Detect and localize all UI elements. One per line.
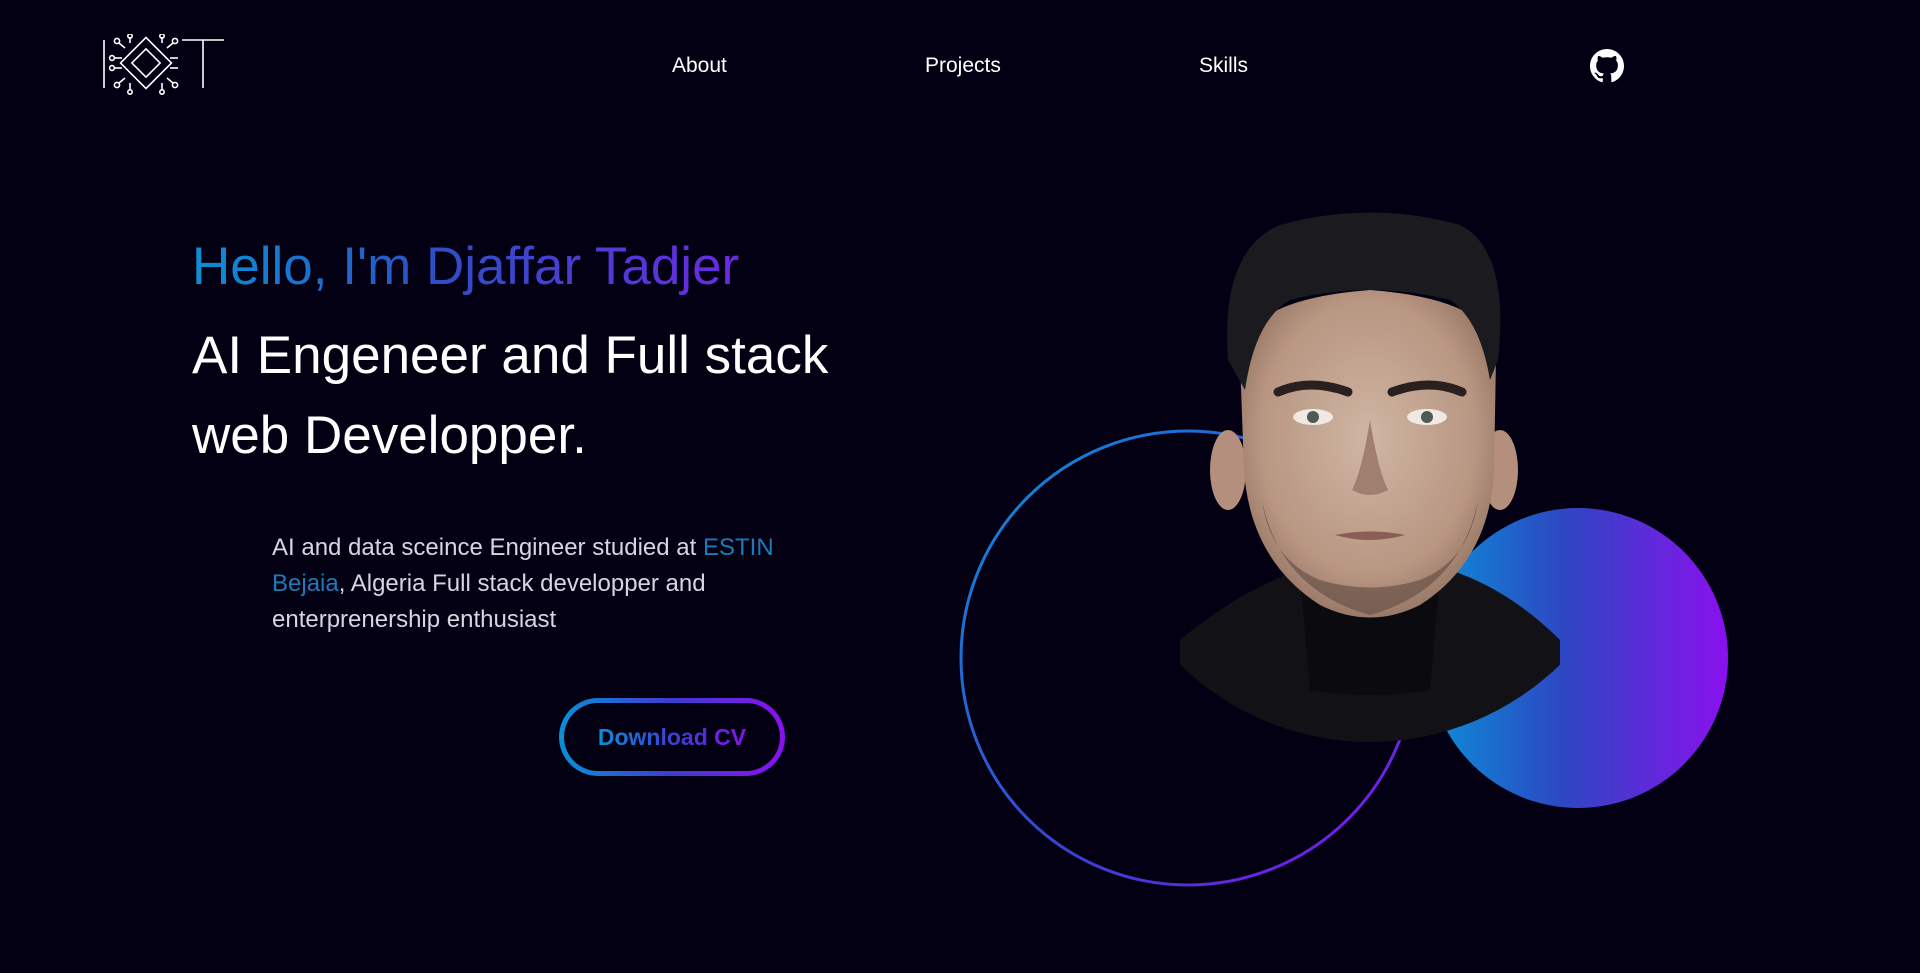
hero-description: AI and data sceince Engineer studied at … (272, 530, 792, 638)
iot-logo-icon[interactable] (100, 34, 226, 100)
download-cv-button[interactable]: Download CV (559, 698, 785, 776)
page: About Projects Skills Hello, I'm Djaffar… (0, 0, 1920, 973)
desc-text-1: AI and data sceince Engineer studied at (272, 534, 703, 561)
download-cv-label: Download CV (597, 723, 747, 750)
nav-skills-link[interactable]: Skills (1199, 54, 1248, 78)
nav-about-link[interactable]: About (672, 54, 727, 78)
hero-role: AI Engeneer and Full stack web Developpe… (192, 316, 892, 476)
hero-role-line2: web Developper. (192, 406, 587, 465)
hero-greeting: Hello, I'm Djaffar Tadjer (192, 237, 740, 296)
hero-role-line1: AI Engeneer and Full stack (192, 326, 829, 385)
hero-visual (959, 212, 1728, 887)
download-cv-button-inner: Download CV (564, 703, 780, 771)
nav-projects-link[interactable]: Projects (925, 54, 1001, 78)
gradient-disc (1428, 508, 1728, 808)
github-icon[interactable] (1590, 49, 1624, 83)
profile-portrait (1180, 212, 1560, 742)
outline-ring (959, 429, 1417, 887)
